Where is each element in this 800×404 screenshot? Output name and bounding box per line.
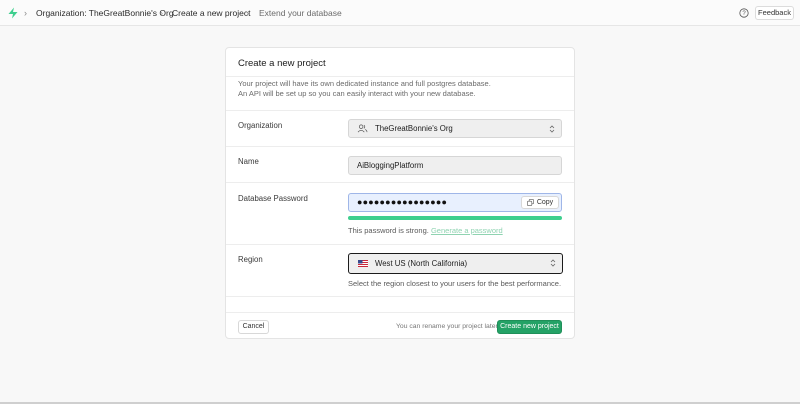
divider	[226, 244, 574, 245]
region-hint: Select the region closest to your users …	[348, 279, 562, 288]
copy-icon	[526, 199, 534, 206]
divider	[226, 146, 574, 147]
chevron-right-icon: ›	[160, 8, 163, 18]
supabase-logo-icon[interactable]	[7, 7, 19, 19]
breadcrumb-extend-database[interactable]: Extend your database	[259, 7, 342, 19]
copy-password-button[interactable]: Copy	[521, 196, 559, 209]
breadcrumb-create-project[interactable]: Create a new project	[172, 7, 250, 19]
generate-password-link[interactable]: Generate a password	[431, 226, 503, 235]
divider	[226, 110, 574, 111]
divider	[226, 312, 574, 313]
rename-note: You can rename your project later	[396, 323, 498, 330]
users-icon	[357, 124, 368, 133]
database-password-label: Database Password	[238, 194, 308, 203]
cancel-button[interactable]: Cancel	[238, 320, 269, 334]
us-flag-icon	[358, 260, 368, 267]
chevron-right-icon: ›	[246, 8, 249, 18]
region-label: Region	[238, 255, 263, 264]
chevron-right-icon: ›	[24, 8, 27, 18]
project-name-input[interactable]: AiBloggingPlatform	[348, 156, 562, 175]
password-value: ●●●●●●●●●●●●●●●●	[357, 197, 448, 207]
feedback-button[interactable]: Feedback	[755, 6, 794, 20]
form-description: Your project will have its own dedicated…	[238, 79, 558, 99]
top-bar: › Organization: TheGreatBonnie's Org › C…	[0, 0, 800, 26]
database-password-input[interactable]: ●●●●●●●●●●●●●●●● Copy	[348, 193, 562, 212]
chevron-up-down-icon	[550, 259, 556, 267]
region-value: West US (North California)	[375, 259, 468, 268]
copy-label: Copy	[536, 199, 554, 206]
create-project-button[interactable]: Create new project	[497, 320, 562, 334]
breadcrumb-organization[interactable]: Organization: TheGreatBonnie's Org	[36, 7, 174, 19]
organization-value: TheGreatBonnie's Org	[375, 124, 453, 133]
divider	[226, 76, 574, 77]
password-hint: This password is strong. Generate a pass…	[348, 226, 503, 235]
divider	[226, 296, 574, 297]
region-select[interactable]: West US (North California)	[348, 253, 563, 274]
description-line: An API will be set up so you can easily …	[238, 89, 476, 98]
create-project-card: Create a new project Your project will h…	[225, 47, 575, 339]
organization-select[interactable]: TheGreatBonnie's Org	[348, 119, 562, 138]
page-title: Create a new project	[238, 58, 326, 69]
divider	[226, 182, 574, 183]
password-strength-fill	[348, 216, 562, 220]
organization-label: Organization	[238, 121, 283, 130]
password-strength-bar	[348, 216, 562, 220]
password-strength-text: This password is strong.	[348, 226, 429, 235]
description-line: Your project will have its own dedicated…	[238, 79, 491, 88]
help-icon[interactable]: ?	[739, 8, 749, 18]
svg-text:?: ?	[742, 11, 746, 17]
name-label: Name	[238, 157, 259, 166]
chevron-up-down-icon	[549, 125, 555, 133]
